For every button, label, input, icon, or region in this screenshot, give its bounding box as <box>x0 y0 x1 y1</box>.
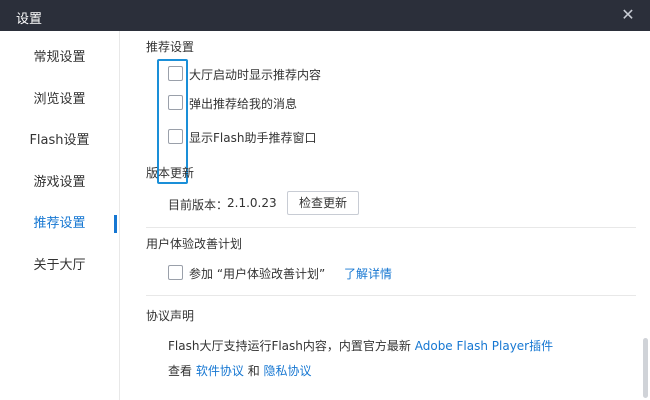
sidebar-item-browse[interactable]: 浏览设置 <box>0 85 119 115</box>
settings-panel: 推荐设置 大厅启动时显示推荐内容 弹出推荐给我的消息 显示Flash助手推荐窗口… <box>120 31 650 400</box>
agreement-text: Flash大厅支持运行Flash内容，内置官方最新 <box>168 339 411 353</box>
scrollbar[interactable] <box>643 338 648 398</box>
current-version-label: 目前版本： <box>168 198 229 212</box>
view-label: 查看 <box>168 364 193 378</box>
update-section-title: 版本更新 <box>146 166 195 180</box>
agreement-section-title: 协议声明 <box>146 309 195 323</box>
agreement-line-1: Flash大厅支持运行Flash内容，内置官方最新 Adobe Flash Pl… <box>168 337 553 354</box>
option-label: 显示Flash助手推荐窗口 <box>189 131 317 145</box>
sidebar-item-about[interactable]: 关于大厅 <box>0 251 119 281</box>
checkbox[interactable] <box>168 66 183 81</box>
software-agreement-link[interactable]: 软件协议 <box>196 364 244 378</box>
adobe-flash-player-link[interactable]: Adobe Flash Player插件 <box>415 339 553 353</box>
title-bar: 设置 ✕ <box>0 0 650 31</box>
checkbox[interactable] <box>168 265 183 280</box>
sidebar-item-recommend[interactable]: 推荐设置 <box>0 209 119 239</box>
close-button[interactable]: ✕ <box>616 3 640 27</box>
divider <box>146 295 636 296</box>
checkbox[interactable] <box>168 129 183 144</box>
option-label: 大厅启动时显示推荐内容 <box>189 68 322 82</box>
sidebar-item-general[interactable]: 常规设置 <box>0 43 119 73</box>
option-label: 参加 “用户体验改善计划” <box>189 267 326 281</box>
divider <box>146 227 636 228</box>
option-label: 弹出推荐给我的消息 <box>189 97 298 111</box>
sidebar: 常规设置 浏览设置 Flash设置 游戏设置 推荐设置 关于大厅 <box>0 31 120 400</box>
sidebar-item-label: 推荐设置 <box>33 216 86 231</box>
privacy-agreement-link[interactable]: 隐私协议 <box>264 364 312 378</box>
close-icon: ✕ <box>621 5 635 24</box>
active-indicator <box>114 215 117 233</box>
ux-section-title: 用户体验改善计划 <box>146 237 243 251</box>
checkbox[interactable] <box>168 95 183 110</box>
agreement-line-2: 查看 软件协议 和 隐私协议 <box>168 362 312 379</box>
learn-more-link[interactable]: 了解详情 <box>344 265 392 282</box>
version-value: 2.1.0.23 <box>227 196 277 210</box>
window-title: 设置 <box>16 12 43 27</box>
recommend-section-title: 推荐设置 <box>146 40 195 54</box>
sidebar-item-flash[interactable]: Flash设置 <box>0 126 119 156</box>
sidebar-item-game[interactable]: 游戏设置 <box>0 168 119 198</box>
and-label: 和 <box>247 364 260 378</box>
check-update-button[interactable]: 检查更新 <box>287 191 359 215</box>
